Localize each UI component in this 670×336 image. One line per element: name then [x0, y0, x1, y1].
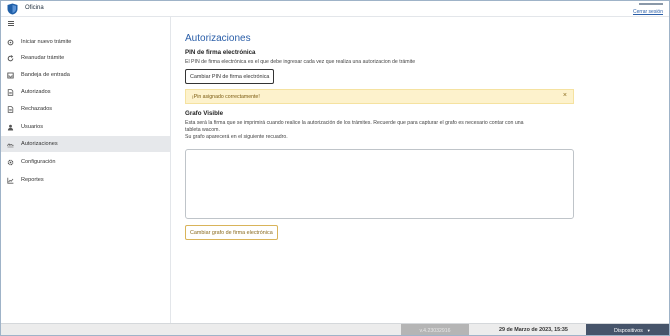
datetime-label: 29 de Marzo de 2023, 15:35	[499, 327, 568, 333]
sidebar-item-label: Configuración	[21, 159, 56, 165]
sidebar-item-label: Usuarios	[21, 124, 44, 130]
sidebar-item-label: Reanudar trámite	[21, 55, 65, 61]
signature-pad[interactable]	[185, 149, 574, 219]
shield-logo-icon	[7, 3, 18, 15]
user-icon	[7, 124, 14, 131]
sidebar: Iniciar nuevo trámite Reanudar trámite B…	[1, 17, 171, 323]
document-icon	[7, 105, 14, 113]
sidebar-item-label: Iniciar nuevo trámite	[21, 39, 72, 45]
graph-section-description-line3: Su grafo aparecerá en el siguiente recua…	[185, 134, 288, 140]
change-graph-button[interactable]: Cambiar grafo de firma electrónica	[185, 225, 278, 240]
graph-section-title: Grafo Visible	[185, 110, 224, 117]
caret-up-icon: ▼	[646, 328, 651, 333]
app-title: Oficina	[25, 5, 44, 11]
sidebar-item-label: Autorizados	[21, 89, 51, 95]
sidebar-item-label: Reportes	[21, 177, 44, 183]
sidebar-item-rechazados[interactable]: Rechazados	[1, 101, 170, 117]
settings-icon	[7, 159, 14, 166]
sidebar-item-label: Rechazados	[21, 106, 53, 112]
refresh-icon	[7, 54, 14, 62]
sidebar-item-reanudar-tramite[interactable]: Reanudar trámite	[1, 50, 170, 66]
sidebar-item-bandeja-de-entrada[interactable]: Bandeja de entrada	[1, 67, 170, 83]
sidebar-item-autorizados[interactable]: Autorizados	[1, 84, 170, 100]
document-icon	[7, 88, 14, 96]
graph-section-description-line1: Esta será la firma que se imprimirá cuan…	[185, 120, 524, 126]
devices-label: Dispositivos	[614, 327, 643, 334]
pin-section-title: PIN de firma electrónica	[185, 49, 256, 56]
sidebar-item-label: Autorizaciones	[21, 141, 58, 147]
success-alert: ¡Pin asignado correctamente! ×	[185, 89, 574, 104]
close-icon[interactable]: ×	[563, 92, 567, 99]
devices-dropdown[interactable]: Dispositivos ▼	[586, 324, 669, 335]
version-badge: v.4.23032916	[401, 324, 469, 335]
logout-link[interactable]: Cerrar sesión	[633, 9, 663, 15]
inbox-icon	[7, 72, 14, 79]
alert-message: ¡Pin asignado correctamente!	[192, 93, 260, 100]
header-decoration	[639, 3, 663, 5]
top-bar: Oficina Cerrar sesión	[1, 1, 669, 17]
pin-section-description: El PIN de firma electrónica es el que de…	[185, 59, 416, 65]
sidebar-item-iniciar-nuevo-tramite[interactable]: Iniciar nuevo trámite	[1, 34, 170, 50]
signature-icon	[7, 141, 14, 148]
chart-icon	[7, 177, 14, 184]
sidebar-item-reportes[interactable]: Reportes	[1, 172, 170, 188]
status-bar: v.4.23032916 29 de Marzo de 2023, 15:35 …	[1, 323, 669, 335]
menu-toggle-icon[interactable]	[8, 21, 14, 26]
gear-icon	[7, 39, 14, 46]
app-window: Oficina Cerrar sesión Iniciar nuevo trám…	[0, 0, 670, 336]
sidebar-item-label: Bandeja de entrada	[21, 72, 70, 78]
change-pin-button[interactable]: Cambiar PIN de firma electrónica	[185, 69, 275, 84]
sidebar-item-configuracion[interactable]: Configuración	[1, 154, 170, 170]
page-title: Autorizaciones	[185, 33, 251, 44]
sidebar-item-usuarios[interactable]: Usuarios	[1, 119, 170, 135]
sidebar-item-autorizaciones[interactable]: Autorizaciones	[1, 136, 170, 152]
